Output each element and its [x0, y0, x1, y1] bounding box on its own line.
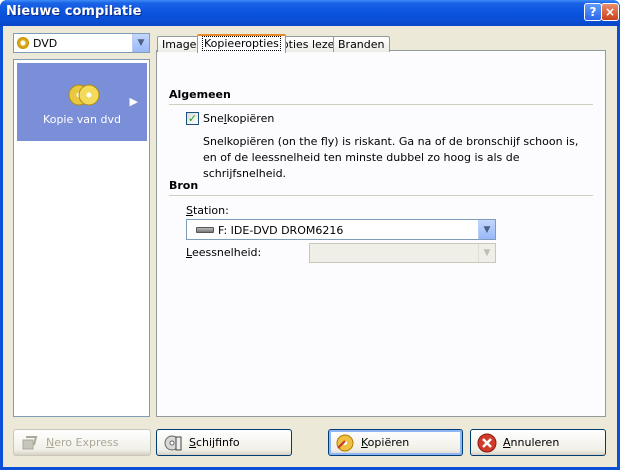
dialog-client-area: DVD ▼ Kopie van dvd ▶ Algemeen ✓ Snelkop… [3, 26, 617, 467]
chevron-down-icon: ▼ [478, 244, 495, 262]
section-title-algemeen: Algemeen [169, 88, 231, 101]
media-type-combo[interactable]: DVD ▼ [13, 33, 150, 53]
copy-button[interactable]: Kopiëren [328, 429, 463, 456]
dialog-window: Nieuwe compilatie ? × DVD ▼ Kopie van dv… [0, 0, 620, 470]
drive-icon [196, 227, 214, 233]
help-button[interactable]: ? [584, 3, 602, 21]
tab-panel-kopieeropties: Algemeen ✓ Snelkopiëren Snelkopiëren (on… [156, 50, 606, 417]
project-type-list: Kopie van dvd ▶ [13, 59, 150, 417]
station-value: F: IDE-DVD DROM6216 [218, 224, 344, 237]
arrow-right-icon: ▶ [129, 95, 138, 108]
section-divider [169, 104, 593, 105]
dvd-disc-icon [17, 37, 29, 49]
title-bar[interactable]: Nieuwe compilatie ? × [0, 0, 620, 26]
copy-disc-icon [336, 434, 354, 451]
list-item-kopie-van-dvd[interactable]: Kopie van dvd ▶ [17, 63, 147, 141]
cancel-button[interactable]: Annuleren [470, 429, 606, 456]
window-title: Nieuwe compilatie [6, 4, 142, 19]
nero-express-button[interactable]: Nero Express [13, 429, 151, 456]
nero-express-icon [22, 435, 38, 449]
read-speed-select: ▼ [309, 243, 496, 263]
chevron-down-icon[interactable]: ▼ [478, 220, 495, 239]
copy-discs-icon [68, 84, 100, 106]
disc-info-button[interactable]: Schijfinfo [156, 429, 292, 456]
section-divider [169, 195, 593, 196]
tab-branden[interactable]: Branden [333, 36, 390, 52]
media-type-value: DVD [33, 37, 58, 50]
station-label: Station: [186, 204, 229, 217]
cancel-icon [477, 433, 497, 452]
tab-kopieeropties[interactable]: Kopieeropties [197, 34, 286, 53]
snelkopieren-label[interactable]: Snelkopiëren [203, 112, 274, 125]
section-title-bron: Bron [169, 179, 199, 192]
disc-info-icon [164, 435, 182, 450]
snelkopieren-checkbox[interactable]: ✓ [186, 112, 199, 125]
list-item-label: Kopie van dvd [43, 113, 121, 126]
speed-label: Leessnelheid: [186, 246, 262, 259]
chevron-down-icon[interactable]: ▼ [132, 34, 149, 52]
station-select[interactable]: F: IDE-DVD DROM6216 ▼ [186, 219, 496, 240]
close-button[interactable]: × [601, 3, 619, 21]
tab-image[interactable]: Image [157, 36, 202, 52]
snelkopieren-note: Snelkopiëren (on the fly) is riskant. Ga… [203, 135, 579, 180]
